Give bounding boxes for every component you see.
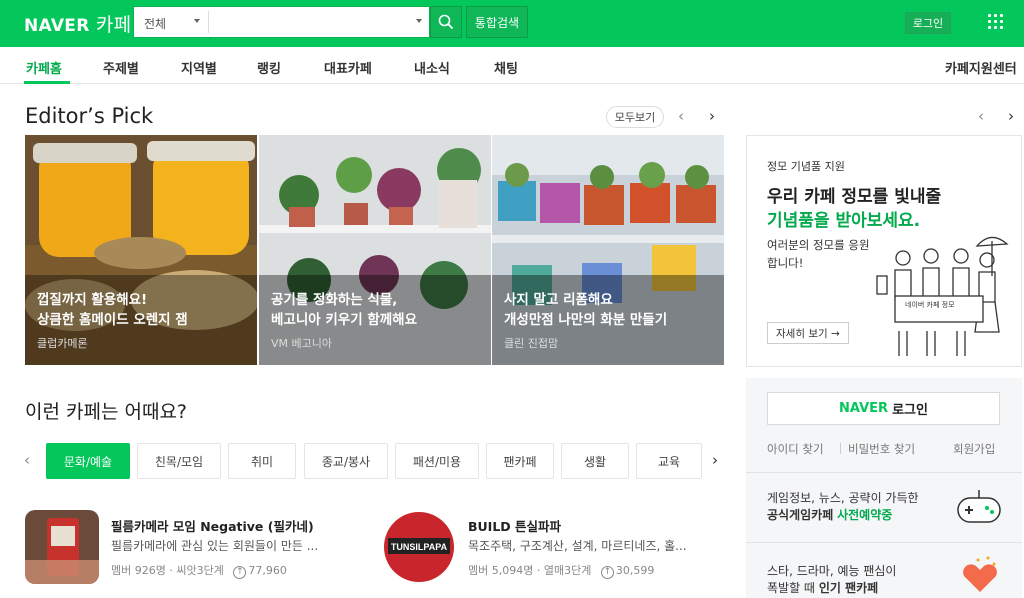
- nav-topic[interactable]: 주제별: [103, 58, 139, 77]
- tab-hobby[interactable]: 취미: [228, 443, 296, 479]
- promo-headline-2: 기념품을 받아보세요.: [767, 211, 921, 231]
- tab-religion[interactable]: 종교/봉사: [304, 443, 388, 479]
- nav-ranking[interactable]: 랭킹: [257, 58, 281, 77]
- fan-cafe-banner[interactable]: 스타, 드라마, 예능 팬심이 폭발할 때 인기 팬카페: [767, 563, 896, 597]
- search-category-select[interactable]: 전체: [144, 15, 166, 32]
- promo-description: 여러분의 정모를 응원합니다!: [767, 238, 870, 270]
- promo-next-arrow-icon[interactable]: ›: [1008, 107, 1014, 125]
- app-grid-icon[interactable]: [988, 14, 1004, 30]
- card-title: 껍질까지 활용해요! 상큼한 홈메이드 오렌지 잼: [37, 292, 188, 328]
- nav-chat[interactable]: 채팅: [494, 58, 518, 77]
- card-cafe-name: 클럽카메론: [37, 337, 88, 350]
- cafe-thumbnail: [25, 510, 99, 584]
- svg-text:TUNSILPAPA: TUNSILPAPA: [391, 542, 448, 552]
- cafe-name: BUILD 튼실파파: [468, 519, 562, 534]
- search-input[interactable]: [214, 7, 414, 37]
- login-button[interactable]: 로그인: [905, 12, 951, 34]
- tab-education[interactable]: 교육: [636, 443, 702, 479]
- tab-life[interactable]: 생활: [561, 443, 629, 479]
- integrated-search-button[interactable]: 통합검색: [466, 6, 528, 38]
- promo-label: 정모 기념품 지원: [767, 160, 845, 173]
- tab-culture-art[interactable]: 문화/예술: [46, 443, 130, 479]
- visits-icon: ↑: [600, 566, 614, 579]
- cafe-stats: 멤버 5,094명 · 열매3단계 ↑ 30,599: [468, 564, 655, 579]
- divider: [746, 472, 1022, 473]
- find-id-link[interactable]: 아이디 찾기: [767, 441, 824, 457]
- main-nav: 카페홈 주제별 지역별 랭킹 대표카페 내소식 채팅 카페지원센터: [0, 47, 1024, 84]
- nav-cafe-home[interactable]: 카페홈: [26, 58, 62, 77]
- view-all-button[interactable]: 모두보기: [606, 106, 664, 128]
- nav-my-news[interactable]: 내소식: [414, 58, 450, 77]
- promo-sign-text: 네이버 카페 정모: [905, 301, 955, 309]
- active-tab-indicator: [24, 81, 70, 84]
- hearts-icon[interactable]: [958, 556, 1002, 596]
- tab-fashion[interactable]: 패션/미용: [395, 443, 479, 479]
- tabs-prev-arrow-icon[interactable]: ‹: [24, 451, 30, 469]
- divider: [208, 11, 209, 33]
- promo-headline-1: 우리 카페 정모를 빛내줄: [767, 187, 942, 207]
- search-button[interactable]: [430, 6, 462, 38]
- game-cafe-banner[interactable]: 게임정보, 뉴스, 공략이 가득한 공식게임카페 사전예약중: [767, 490, 919, 524]
- gamepad-icon[interactable]: [955, 488, 1003, 526]
- nav-representative[interactable]: 대표카페: [324, 58, 372, 77]
- cafe-stats: 멤버 926명 · 씨앗3단계 ↑ 77,960: [111, 564, 287, 579]
- promo-banner[interactable]: 정모 기념품 지원 우리 카페 정모를 빛내줄 기념품을 받아보세요. 여러분의…: [746, 135, 1022, 367]
- promo-more-button[interactable]: 자세히 보기 →: [767, 322, 849, 344]
- orange-jam-image: [25, 135, 257, 365]
- divider: [840, 443, 841, 454]
- card-title: 공기를 정화하는 식물, 베고니아 키우기 함께해요: [271, 292, 418, 328]
- promo-prev-arrow-icon[interactable]: ‹: [978, 107, 984, 125]
- top-header: NAVER 카페 전체 통합검색 로그인: [0, 0, 1024, 47]
- cafe-name: 필름카메라 모임 Negative (필카네): [111, 519, 314, 534]
- card-cafe-name: 클린 진접맘: [504, 337, 559, 350]
- autocomplete-toggle-icon[interactable]: [416, 19, 422, 23]
- nav-region[interactable]: 지역별: [181, 58, 217, 77]
- naver-login-button[interactable]: NAVER 로그인: [767, 392, 1000, 425]
- search-box: 전체: [133, 6, 430, 38]
- pick-card-begonia[interactable]: 공기를 정화하는 식물, 베고니아 키우기 함께해요 VM 베고니아: [259, 135, 491, 365]
- editors-pick-title: Editor’s Pick: [25, 104, 154, 128]
- chevron-down-icon[interactable]: [194, 19, 200, 23]
- flowerpot-image: [492, 135, 724, 365]
- card-cafe-name: VM 베고니아: [271, 337, 332, 350]
- cafe-thumbnail: TUNSILPAPA: [382, 510, 456, 584]
- cafe-description: 필름카메라에 관심 있는 회원들이 만든 ...: [111, 539, 319, 553]
- pick-card-flowerpot[interactable]: 사지 말고 리폼해요 개성만점 나만의 화분 만들기 클린 진접맘: [492, 135, 724, 365]
- begonia-plants-image: [259, 135, 491, 365]
- naver-cafe-logo[interactable]: NAVER 카페: [24, 10, 131, 37]
- tabs-next-arrow-icon[interactable]: ›: [712, 451, 718, 469]
- recommend-title: 이런 카페는 어때요?: [25, 401, 188, 423]
- tab-fan-cafe[interactable]: 팬카페: [486, 443, 554, 479]
- pick-card-orange-jam[interactable]: 껍질까지 활용해요! 상큼한 홈메이드 오렌지 잼 클럽카메론: [25, 135, 257, 365]
- join-link[interactable]: 회원가입: [953, 441, 995, 457]
- divider: [746, 542, 1022, 543]
- next-arrow-icon[interactable]: ›: [709, 107, 715, 125]
- cafe-description: 목조주택, 구조계산, 설계, 마르티네즈, 홀...: [468, 539, 687, 553]
- prev-arrow-icon[interactable]: ‹: [678, 107, 684, 125]
- card-title: 사지 말고 리폼해요 개성만점 나만의 화분 만들기: [504, 292, 668, 328]
- search-icon: [438, 14, 454, 30]
- nav-support-center[interactable]: 카페지원센터: [945, 58, 1017, 77]
- tab-friendship[interactable]: 친목/모임: [137, 443, 221, 479]
- visits-icon: ↑: [233, 566, 247, 579]
- find-password-link[interactable]: 비밀번호 찾기: [848, 441, 915, 457]
